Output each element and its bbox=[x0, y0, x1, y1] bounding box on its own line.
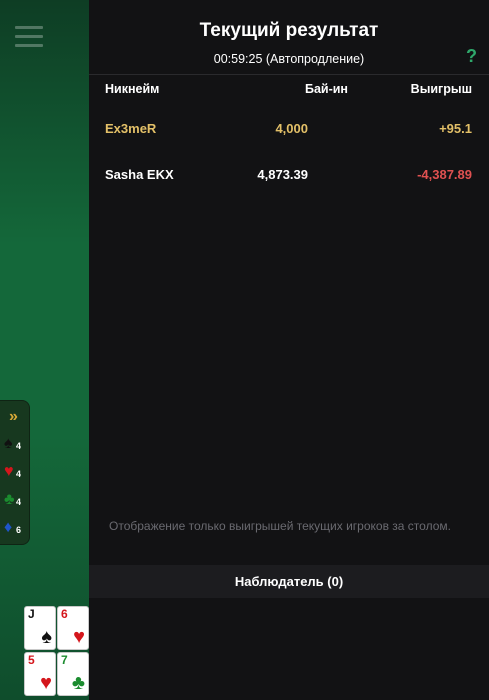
spade-icon: ♠ bbox=[4, 435, 13, 452]
card-rank: 5 bbox=[28, 653, 35, 667]
suit-count-club: ♣ 4 bbox=[4, 491, 28, 509]
card-rank: 7 bbox=[61, 653, 68, 667]
player-buyin: 4,873.39 bbox=[257, 167, 308, 182]
table-row: Sasha EKX 4,873.39 -4,387.89 bbox=[89, 153, 489, 197]
heart-icon: ♥ bbox=[4, 463, 14, 480]
observer-toggle[interactable]: Наблюдатель (0) bbox=[89, 565, 489, 598]
suit-count: 4 bbox=[16, 497, 22, 507]
card-seven-clubs: 7 ♣ bbox=[57, 652, 89, 696]
current-results-panel: Текущий результат 00:59:25 (Автопродлени… bbox=[89, 0, 489, 700]
club-icon: ♣ bbox=[71, 672, 85, 694]
panel-title: Текущий результат bbox=[199, 20, 379, 41]
heart-icon: ♥ bbox=[40, 672, 52, 694]
suit-count: 6 bbox=[16, 525, 22, 535]
column-header-buyin: Бай-ин bbox=[304, 82, 348, 96]
diamond-icon: ♦ bbox=[4, 519, 13, 536]
session-timer: 00:59:25 (Автопродление) bbox=[213, 52, 365, 66]
suit-count: 4 bbox=[16, 441, 22, 451]
observer-list bbox=[89, 598, 489, 700]
player-buyin: 4,000 bbox=[275, 121, 308, 136]
menu-icon[interactable] bbox=[15, 26, 43, 48]
card-five-hearts: 5 ♥ bbox=[24, 652, 56, 696]
card-rank: J bbox=[28, 607, 35, 621]
table-row: Ex3meR 4,000 +95.1 bbox=[89, 107, 489, 151]
observer-label: Наблюдатель (0) bbox=[234, 574, 344, 589]
player-winnings: -4,387.89 bbox=[417, 167, 472, 182]
card-jack-spades: J ♠ bbox=[24, 606, 56, 650]
poker-table-strip: » ♠ 4 ♥ 4 ♣ 4 ♦ 6 J ♠ 6 ♥ 5 ♥ 7 ♣ bbox=[0, 0, 89, 700]
heart-icon: ♥ bbox=[73, 626, 85, 648]
hole-cards: J ♠ 6 ♥ 5 ♥ 7 ♣ bbox=[24, 606, 90, 696]
card-rank: 6 bbox=[61, 607, 68, 621]
help-icon[interactable]: ? bbox=[466, 46, 477, 67]
suit-counter-panel[interactable]: » ♠ 4 ♥ 4 ♣ 4 ♦ 6 bbox=[0, 400, 30, 545]
player-name: Ex3meR bbox=[105, 121, 157, 136]
column-header-winnings: Выигрыш bbox=[410, 82, 472, 96]
spade-icon: ♠ bbox=[41, 626, 52, 648]
divider bbox=[89, 74, 489, 75]
suit-count-diamond: ♦ 6 bbox=[4, 519, 28, 537]
suit-count-spade: ♠ 4 bbox=[4, 435, 28, 453]
suit-count-heart: ♥ 4 bbox=[4, 463, 28, 481]
player-winnings: +95.1 bbox=[439, 121, 472, 136]
column-header-nickname: Никнейм bbox=[105, 82, 160, 96]
club-icon: ♣ bbox=[4, 491, 15, 508]
winnings-notice: Отображение только выигрышей текущих игр… bbox=[109, 519, 451, 533]
suit-count: 4 bbox=[16, 469, 22, 479]
chevron-right-icon[interactable]: » bbox=[9, 409, 18, 425]
player-name: Sasha EKX bbox=[105, 167, 174, 182]
card-six-hearts: 6 ♥ bbox=[57, 606, 89, 650]
